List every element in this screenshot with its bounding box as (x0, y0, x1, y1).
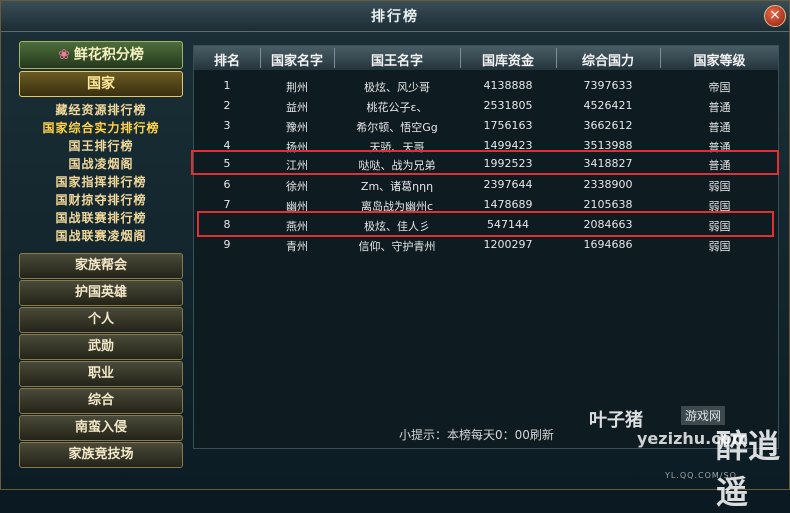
header-king-name: 国王名字 (370, 54, 423, 69)
cell-rank: 1 (223, 79, 231, 92)
cell-power: 2105638 (583, 198, 633, 211)
cell-level: 帝国 (708, 81, 731, 94)
sub-item-command[interactable]: 国家指挥排行榜 (19, 173, 183, 190)
cell-rank: 6 (223, 178, 231, 191)
category-invasion[interactable]: 南蛮入侵 (19, 415, 183, 441)
cell-treasury: 1478689 (483, 198, 533, 211)
cell-level: 弱国 (708, 180, 731, 193)
category-family-arena[interactable]: 家族竞技场 (19, 442, 183, 468)
cell-power: 4526421 (583, 99, 633, 112)
table-row[interactable]: 6 徐州 Zm、诸葛ηηη 2397644 2338900 弱国 (194, 176, 778, 194)
cell-country: 徐州 (286, 180, 308, 193)
category-personal[interactable]: 个人 (19, 307, 183, 333)
table-row[interactable]: 3 豫州 希尔顿、悟空Gg 1756163 3662612 普通 (194, 117, 778, 135)
window-title: 排行榜 (371, 9, 419, 25)
category-heroes[interactable]: 护国英雄 (19, 280, 183, 306)
cell-treasury: 1756163 (483, 119, 533, 132)
cell-king: 信仰、守护青州 (358, 240, 436, 253)
table-header: 排名 国家名字 国王名字 国库资金 综合国力 国家等级 (194, 46, 778, 70)
title-bar: 排行榜 × (1, 1, 789, 32)
sidebar: ❀ 鲜花积分榜 国家 藏经资源排行榜 国家综合实力排行榜 国王排行榜 国战凌烟阁 … (19, 41, 183, 481)
cell-level: 普通 (708, 101, 731, 114)
flower-score-tab[interactable]: ❀ 鲜花积分榜 (19, 41, 183, 69)
cell-power: 3662612 (583, 119, 633, 132)
cell-king: 极炫、风少哥 (364, 81, 430, 94)
sub-item-resource[interactable]: 藏经资源排行榜 (19, 101, 183, 118)
sub-item-league[interactable]: 国战联赛排行榜 (19, 209, 183, 226)
category-overall[interactable]: 综合 (19, 388, 183, 414)
cell-king: 桃花公子ε、 (366, 101, 428, 114)
cell-treasury: 4138888 (483, 79, 533, 92)
ranking-table: 排名 国家名字 国王名字 国库资金 综合国力 国家等级 1 荆州 极炫、风少哥 … (193, 45, 779, 449)
cell-treasury: 2531805 (483, 99, 533, 112)
cell-power: 7397633 (583, 79, 633, 92)
cell-king: 希尔顿、悟空Gg (356, 121, 438, 134)
sub-item-war-hall[interactable]: 国战凌烟阁 (19, 155, 183, 172)
table-row[interactable]: 9 青州 信仰、守护青州 1200297 1694686 弱国 (194, 236, 778, 254)
category-profession[interactable]: 职业 (19, 361, 183, 387)
close-button[interactable]: × (764, 5, 786, 27)
ranking-window: 排行榜 × ❀ 鲜花积分榜 国家 藏经资源排行榜 国家综合实力排行榜 国王排行榜 … (0, 0, 790, 511)
header-national-power: 综合国力 (581, 54, 634, 69)
watermark-brand: 叶子猪 (589, 410, 643, 431)
header-treasury: 国库资金 (481, 54, 534, 69)
cell-treasury: 2397644 (483, 178, 533, 191)
cell-rank: 9 (223, 238, 231, 251)
cell-level: 弱国 (708, 240, 731, 253)
cell-level: 普通 (708, 121, 731, 134)
cell-country: 荆州 (286, 81, 308, 94)
refresh-tip: 小提示：本榜每天0：00刷新 (399, 428, 554, 442)
cell-treasury: 1200297 (483, 238, 533, 251)
cell-rank: 3 (223, 119, 231, 132)
header-country-level: 国家等级 (693, 54, 746, 69)
table-row[interactable]: 2 益州 桃花公子ε、 2531805 4526421 普通 (194, 97, 778, 115)
watermark-game-logo: 醉逍遥 (716, 427, 781, 511)
cell-king: Zm、诸葛ηηη (360, 180, 434, 193)
header-country-name: 国家名字 (270, 54, 323, 69)
cell-power: 2338900 (583, 178, 633, 191)
cell-country: 青州 (286, 240, 308, 253)
cell-rank: 7 (223, 198, 231, 211)
highlight-box-row-8 (197, 211, 774, 237)
header-rank: 排名 (213, 54, 240, 69)
flower-icon: ❀ (58, 47, 70, 63)
sub-item-king[interactable]: 国王排行榜 (19, 137, 183, 154)
table-row[interactable]: 1 荆州 极炫、风少哥 4138888 7397633 帝国 (194, 77, 778, 95)
category-family-guild[interactable]: 家族帮会 (19, 253, 183, 279)
cell-country: 益州 (286, 101, 308, 114)
cell-country: 豫州 (286, 121, 308, 134)
watermark-url: YL.QQ.COM/SQ (665, 471, 737, 480)
category-merit[interactable]: 武勋 (19, 334, 183, 360)
sub-item-plunder[interactable]: 国财掠夺排行榜 (19, 191, 183, 208)
sub-item-league-hall[interactable]: 国战联赛凌烟阁 (19, 227, 183, 244)
cell-power: 1694686 (583, 238, 633, 251)
category-country[interactable]: 国家 (19, 71, 183, 97)
highlight-box-row-5 (191, 150, 779, 175)
cell-rank: 2 (223, 99, 231, 112)
sub-item-country-strength[interactable]: 国家综合实力排行榜 (19, 119, 183, 136)
flower-score-label: 鲜花积分榜 (73, 47, 144, 63)
